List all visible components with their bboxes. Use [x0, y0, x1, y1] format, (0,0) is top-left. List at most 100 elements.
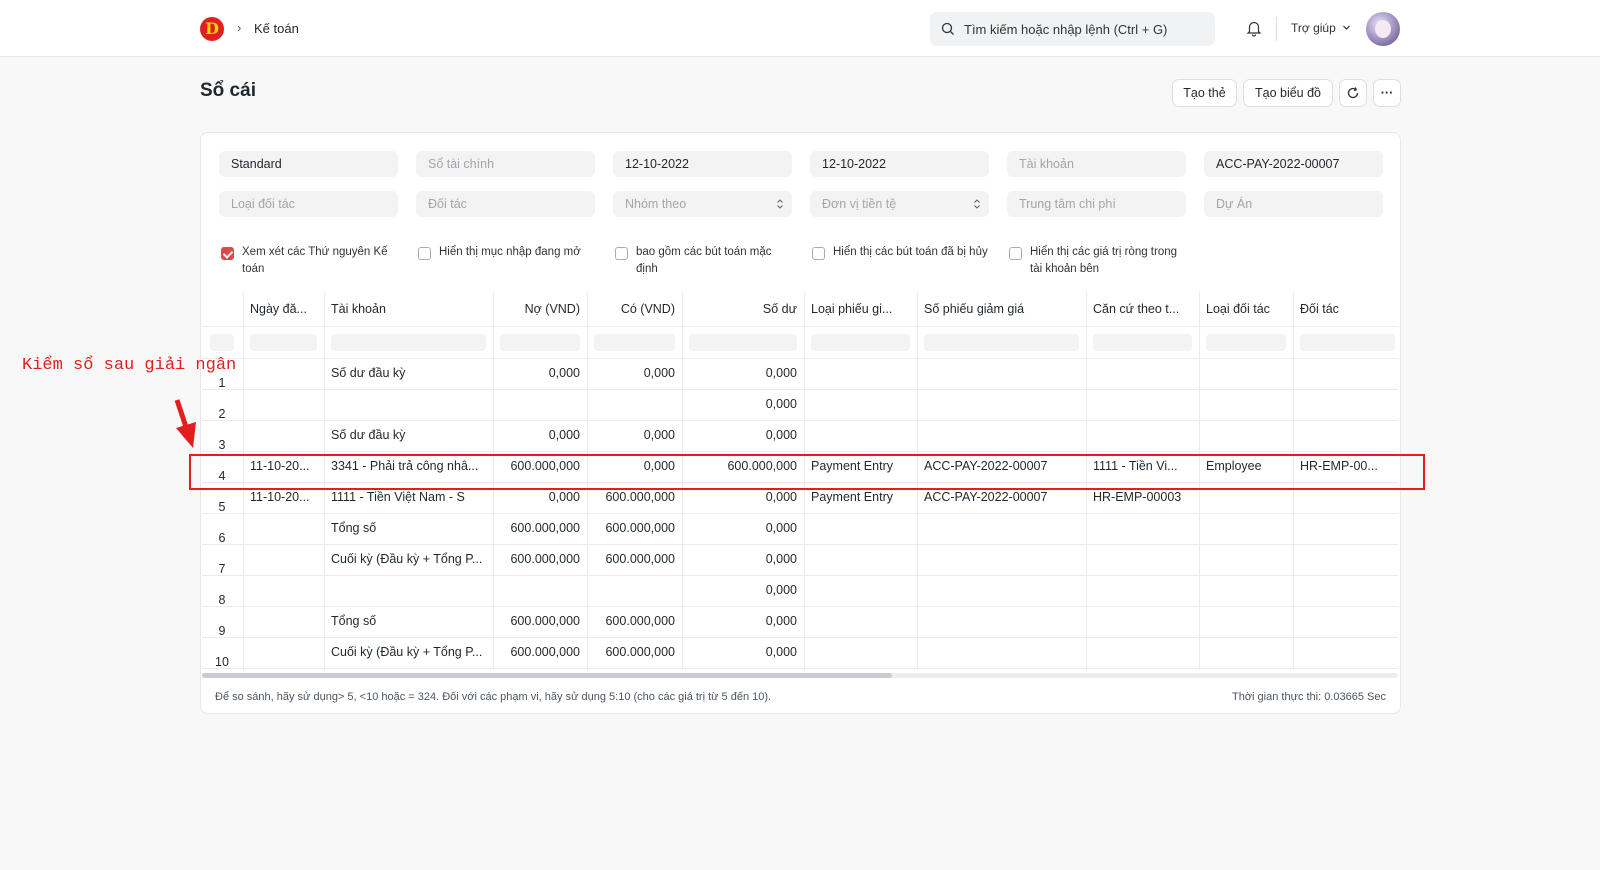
column-filter-input[interactable]	[1093, 334, 1192, 351]
checkbox-box[interactable]	[221, 247, 234, 260]
currency-select[interactable]: Đơn vị tiền tệ	[810, 191, 989, 217]
column-header-against[interactable]: Căn cứ theo t...	[1093, 292, 1192, 326]
search-bar[interactable]: Tìm kiếm hoặc nhập lệnh (Ctrl + G)	[930, 12, 1215, 46]
column-header-account[interactable]: Tài khoản	[331, 292, 486, 326]
table-cell-against[interactable]	[1093, 389, 1192, 420]
checkbox-box[interactable]	[1009, 247, 1022, 260]
table-cell-voucher-type[interactable]	[811, 637, 910, 668]
column-header-credit[interactable]: Có (VND)	[594, 292, 675, 326]
more-options-button[interactable]: ···	[1373, 79, 1401, 107]
table-cell-debit[interactable]: 600.000,000	[500, 544, 580, 575]
table-cell-party-type[interactable]	[1206, 575, 1286, 606]
column-header-party-type[interactable]: Loại đối tác	[1206, 292, 1286, 326]
table-cell-party[interactable]	[1300, 606, 1395, 637]
table-cell-date[interactable]	[250, 358, 317, 389]
app-logo[interactable]: D	[200, 17, 224, 41]
table-cell-voucher-no[interactable]	[924, 513, 1079, 544]
account-filter[interactable]: Tài khoản	[1007, 151, 1186, 177]
table-cell-party[interactable]	[1300, 420, 1395, 451]
table-cell-party-type[interactable]	[1206, 420, 1286, 451]
voucher-no-filter[interactable]: ACC-PAY-2022-00007	[1204, 151, 1383, 177]
table-cell-credit[interactable]: 600.000,000	[594, 637, 675, 668]
table-cell-date[interactable]	[250, 544, 317, 575]
table-cell-account[interactable]: Số dư đầu kỳ	[331, 420, 486, 451]
table-cell-date[interactable]	[250, 420, 317, 451]
table-cell-party[interactable]	[1300, 358, 1395, 389]
table-cell-credit[interactable]: 600.000,000	[594, 544, 675, 575]
table-cell-date[interactable]	[250, 575, 317, 606]
column-header-party[interactable]: Đối tác	[1300, 292, 1395, 326]
checkbox-box[interactable]	[615, 247, 628, 260]
table-cell-against[interactable]	[1093, 606, 1192, 637]
table-cell-against[interactable]	[1093, 420, 1192, 451]
chevron-down-icon[interactable]	[1342, 23, 1351, 32]
table-cell-against[interactable]	[1093, 513, 1192, 544]
from-date-filter[interactable]: 12-10-2022	[613, 151, 792, 177]
table-cell-credit[interactable]	[594, 575, 675, 606]
breadcrumb[interactable]: Kế toán	[254, 21, 299, 36]
table-cell-voucher-no[interactable]	[924, 544, 1079, 575]
scrollbar-thumb[interactable]	[202, 673, 892, 678]
table-cell-account[interactable]: Tổng số	[331, 606, 486, 637]
table-cell-against[interactable]	[1093, 575, 1192, 606]
column-header-voucher-type[interactable]: Loại phiếu gi...	[811, 292, 910, 326]
column-filter-input[interactable]	[1300, 334, 1395, 351]
column-filter-input[interactable]	[250, 334, 317, 351]
table-cell-voucher-type[interactable]	[811, 606, 910, 637]
table-cell-party[interactable]	[1300, 575, 1395, 606]
column-header-date[interactable]: Ngày đă...	[250, 292, 317, 326]
to-date-filter[interactable]: 12-10-2022	[810, 151, 989, 177]
table-cell-voucher-type[interactable]	[811, 513, 910, 544]
table-cell-debit[interactable]: 0,000	[500, 420, 580, 451]
create-chart-button[interactable]: Tạo biểu đồ	[1243, 79, 1333, 107]
column-header-voucher-no[interactable]: Số phiếu giảm giá	[924, 292, 1079, 326]
table-cell-voucher-type[interactable]	[811, 544, 910, 575]
table-cell-party-type[interactable]	[1206, 637, 1286, 668]
user-avatar[interactable]	[1366, 12, 1400, 46]
table-cell-credit[interactable]: 600.000,000	[594, 513, 675, 544]
table-cell-voucher-type[interactable]	[811, 575, 910, 606]
table-cell-debit[interactable]: 600.000,000	[500, 606, 580, 637]
column-filter-input[interactable]	[594, 334, 675, 351]
table-cell-voucher-type[interactable]	[811, 420, 910, 451]
table-cell-against[interactable]	[1093, 358, 1192, 389]
table-cell-party-type[interactable]	[1206, 389, 1286, 420]
table-cell-balance[interactable]: 0,000	[689, 544, 797, 575]
cost-center-filter[interactable]: Trung tâm chi phí	[1007, 191, 1186, 217]
table-cell-debit[interactable]: 0,000	[500, 358, 580, 389]
table-cell-credit[interactable]	[594, 389, 675, 420]
table-cell-voucher-no[interactable]	[924, 420, 1079, 451]
table-cell-debit[interactable]: 600.000,000	[500, 637, 580, 668]
table-cell-balance[interactable]: 0,000	[689, 358, 797, 389]
table-cell-account[interactable]: Cuối kỳ (Đầu kỳ + Tổng P...	[331, 637, 486, 668]
column-filter-input[interactable]	[500, 334, 580, 351]
column-filter-input[interactable]	[924, 334, 1079, 351]
column-filter-input[interactable]	[1206, 334, 1286, 351]
table-cell-party-type[interactable]	[1206, 606, 1286, 637]
table-cell-account[interactable]	[331, 575, 486, 606]
table-cell-voucher-no[interactable]	[924, 637, 1079, 668]
table-cell-account[interactable]: Số dư đầu kỳ	[331, 358, 486, 389]
table-cell-credit[interactable]: 600.000,000	[594, 606, 675, 637]
table-cell-party[interactable]	[1300, 637, 1395, 668]
table-cell-account[interactable]	[331, 389, 486, 420]
column-filter-input[interactable]	[210, 334, 234, 351]
table-cell-account[interactable]: Tổng số	[331, 513, 486, 544]
checkbox-box[interactable]	[418, 247, 431, 260]
column-filter-input[interactable]	[689, 334, 797, 351]
table-cell-party-type[interactable]	[1206, 513, 1286, 544]
table-cell-voucher-type[interactable]	[811, 389, 910, 420]
table-cell-voucher-no[interactable]	[924, 389, 1079, 420]
table-cell-voucher-no[interactable]	[924, 575, 1079, 606]
finance-book-filter[interactable]: Standard	[219, 151, 398, 177]
table-cell-balance[interactable]: 0,000	[689, 513, 797, 544]
column-filter-input[interactable]	[331, 334, 486, 351]
table-cell-party-type[interactable]	[1206, 358, 1286, 389]
table-cell-account[interactable]: Cuối kỳ (Đầu kỳ + Tổng P...	[331, 544, 486, 575]
table-cell-debit[interactable]: 600.000,000	[500, 513, 580, 544]
table-cell-voucher-no[interactable]	[924, 606, 1079, 637]
table-cell-balance[interactable]: 0,000	[689, 420, 797, 451]
party-type-filter[interactable]: Loại đối tác	[219, 191, 398, 217]
table-cell-balance[interactable]: 0,000	[689, 606, 797, 637]
table-cell-balance[interactable]: 0,000	[689, 637, 797, 668]
